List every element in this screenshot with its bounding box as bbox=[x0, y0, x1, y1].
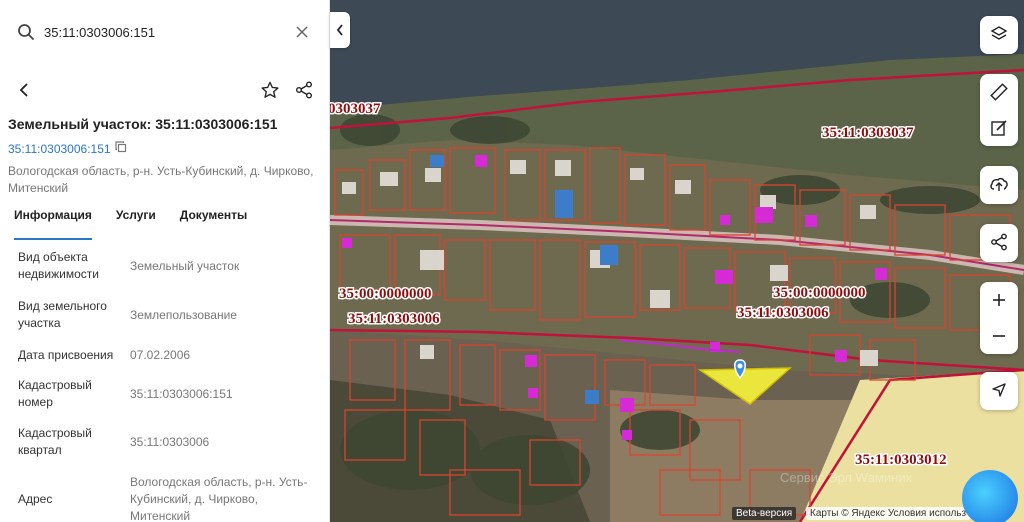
chevron-left-icon bbox=[336, 24, 343, 36]
app-root: Земельный участок: 35:11:0303006:151 35:… bbox=[0, 0, 1024, 522]
card-address: Вологодская область, р-н. Усть-Кубинский… bbox=[8, 164, 314, 195]
clear-icon[interactable] bbox=[290, 20, 314, 44]
measure-edit-control bbox=[980, 74, 1018, 146]
card-title: Земельный участок: 35:11:0303006:151 bbox=[8, 116, 278, 132]
navigation-arrow-icon[interactable] bbox=[980, 372, 1018, 408]
search-bar[interactable] bbox=[6, 14, 324, 50]
map-view[interactable]: 0303037 35:11:0303037 35:00:0000000 35:0… bbox=[330, 0, 1024, 522]
satellite-map[interactable]: 0303037 35:11:0303037 35:00:0000000 35:0… bbox=[330, 0, 1024, 522]
zoom-control bbox=[980, 282, 1018, 354]
cadastral-number-text[interactable]: 35:11:0303006:151 bbox=[8, 142, 111, 156]
label-quarter-000-right: 35:00:0000000 bbox=[773, 285, 866, 301]
back-arrow-icon[interactable] bbox=[12, 78, 36, 102]
property-value: 35:11:0303006 bbox=[130, 434, 210, 449]
zoom-out-icon[interactable] bbox=[980, 318, 1018, 354]
edit-icon[interactable] bbox=[980, 110, 1018, 146]
share-icon[interactable] bbox=[292, 78, 316, 102]
property-row: Кадастровый квартал 35:11:0303006 bbox=[0, 416, 329, 468]
property-key: Вид земельного участка bbox=[18, 299, 107, 330]
tab-services[interactable]: Услуги bbox=[116, 204, 156, 234]
property-value: 35:11:0303006:151 bbox=[130, 386, 233, 401]
collapse-panel-button[interactable] bbox=[330, 12, 350, 48]
map-attribution[interactable]: Карты © Яндекс Условия использ bbox=[806, 507, 971, 520]
label-quarter-000-left: 35:00:0000000 bbox=[339, 286, 432, 302]
layers-icon[interactable] bbox=[980, 16, 1018, 52]
property-row: Вид земельного участка Землепользование bbox=[0, 292, 329, 338]
label-quarter-012: 35:11:0303012 bbox=[855, 452, 947, 468]
label-quarter-006-left: 35:11:0303006 bbox=[348, 311, 440, 327]
search-input[interactable] bbox=[44, 24, 284, 40]
property-value: Землепользование bbox=[130, 307, 237, 322]
property-key: Дата присвоения bbox=[18, 347, 114, 362]
property-row: Дата присвоения 07.02.2006 bbox=[0, 338, 329, 372]
property-key: Кадастровый номер bbox=[18, 378, 92, 409]
property-value: Земельный участок bbox=[130, 258, 240, 273]
label-quarter-037-left: 0303037 bbox=[330, 101, 381, 117]
assistant-chat-button[interactable] bbox=[962, 470, 1018, 522]
upload-control[interactable] bbox=[980, 166, 1018, 204]
layers-control[interactable] bbox=[980, 16, 1018, 54]
zoom-in-icon[interactable] bbox=[980, 282, 1018, 318]
label-quarter-037-right: 35:11:0303037 bbox=[822, 125, 914, 141]
info-panel: Земельный участок: 35:11:0303006:151 35:… bbox=[0, 0, 330, 522]
property-key: Кадастровый квартал bbox=[18, 426, 92, 457]
property-key: Вид объекта недвижимости bbox=[18, 250, 99, 281]
tab-documents[interactable]: Документы bbox=[180, 204, 247, 234]
share-icon[interactable] bbox=[980, 224, 1018, 260]
property-list: Вид объекта недвижимости Земельный участ… bbox=[0, 240, 329, 522]
ruler-icon[interactable] bbox=[980, 74, 1018, 110]
cloud-upload-icon[interactable] bbox=[980, 166, 1018, 202]
info-tabs: Информация Услуги Документы bbox=[0, 204, 329, 240]
property-row: Вид объекта недвижимости Земельный участ… bbox=[0, 240, 329, 292]
property-value: 07.02.2006 bbox=[130, 347, 191, 362]
search-icon bbox=[12, 18, 40, 46]
label-quarter-006-right: 35:11:0303006 bbox=[737, 305, 829, 321]
cadastral-number-link[interactable]: 35:11:0303006:151 bbox=[8, 141, 127, 156]
beta-badge: Beta-версия bbox=[732, 507, 797, 520]
property-row: Адрес Вологодская область, р-н. Усть-Куб… bbox=[0, 468, 329, 522]
favorite-star-icon[interactable] bbox=[258, 78, 282, 102]
geolocation-control[interactable] bbox=[980, 372, 1018, 410]
card-toolbar bbox=[0, 78, 329, 102]
share-map-control[interactable] bbox=[980, 224, 1018, 262]
property-value: Вологодская область, р-н. Усть-Кубинский… bbox=[130, 474, 308, 522]
copy-icon[interactable] bbox=[114, 141, 127, 156]
property-row: Кадастровый номер 35:11:0303006:151 bbox=[0, 372, 329, 416]
property-key: Адрес bbox=[18, 491, 53, 506]
tab-information[interactable]: Информация bbox=[14, 204, 92, 240]
map-watermark: Сервис Эрл Wаминих bbox=[780, 470, 913, 485]
